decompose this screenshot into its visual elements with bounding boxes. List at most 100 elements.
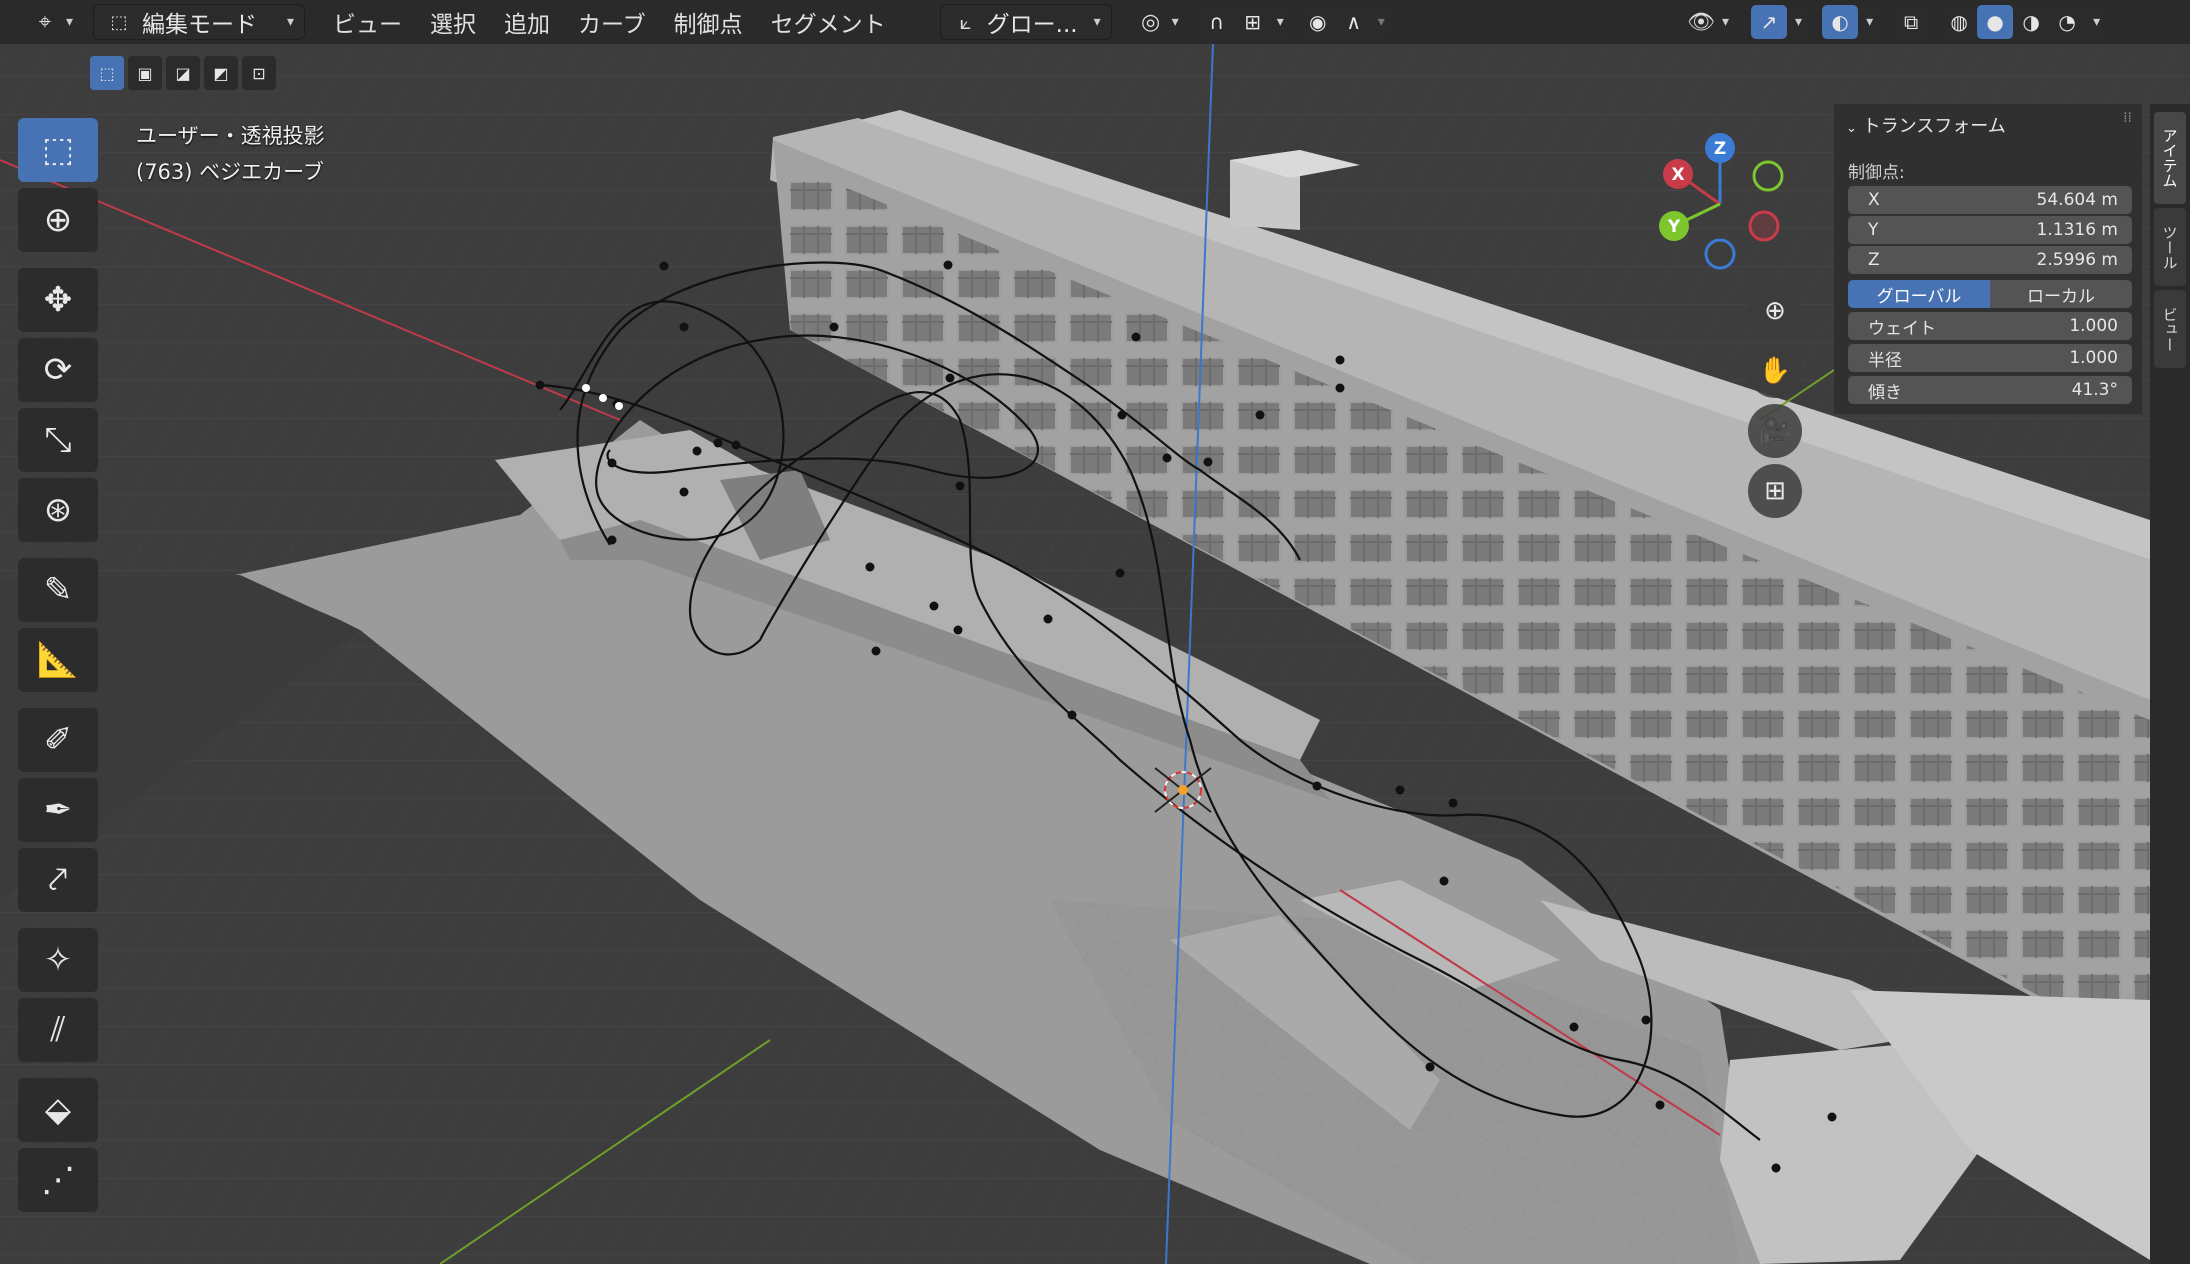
camera-view-button[interactable]: 🎥 — [1748, 404, 1802, 458]
tilt-icon: ⫽ — [50, 1010, 66, 1050]
navigation-gizmo[interactable]: Z X Y — [1640, 124, 1800, 284]
transform-orientation-dropdown[interactable]: ⟀ グロー... ▾ — [939, 4, 1112, 40]
gizmo-y-label: Y — [1667, 217, 1681, 237]
proportional-edit-group: ◉ ∧ ▾ — [1299, 5, 1391, 39]
menu-view[interactable]: ビュー — [319, 5, 416, 39]
transform-panel-title: トランスフォーム — [1862, 116, 2006, 137]
menu-curve[interactable]: カーブ — [564, 5, 660, 39]
menu-control-points[interactable]: 制御点 — [660, 5, 757, 39]
transform-tool[interactable]: ⊛ — [18, 478, 98, 542]
wireframe-shading-icon[interactable]: ◍ — [1941, 5, 1977, 39]
chevron-down-icon[interactable]: ▾ — [1787, 14, 1810, 30]
weight-field[interactable]: ウェイト 1.000 — [1848, 312, 2132, 340]
select-subtract-icon[interactable]: ◪ — [166, 56, 200, 90]
camera-icon: 🎥 — [1758, 416, 1792, 446]
local-toggle[interactable]: ローカル — [1990, 280, 2132, 308]
transform-panel-header[interactable]: ⌄ トランスフォーム — [1846, 112, 2006, 138]
y-field[interactable]: Y 1.1316 m — [1848, 216, 2132, 244]
menu-add[interactable]: 追加 — [490, 5, 564, 39]
snap-magnet-icon[interactable]: ∩ — [1199, 5, 1235, 39]
tilt-field-label: 傾き — [1868, 382, 1902, 403]
cursor-tool[interactable]: ⊕ — [18, 188, 98, 252]
randomize-tool[interactable]: ⋰ — [18, 1148, 98, 1212]
z-field-label: Z — [1868, 250, 1880, 270]
control-point-label: 制御点: — [1848, 163, 1905, 183]
chevron-down-icon[interactable]: ▾ — [1372, 14, 1391, 30]
pivot-point-icon: ◎ — [1141, 9, 1161, 35]
pen-nib-icon: ✒ — [43, 790, 73, 830]
active-object-label: (763) ベジエカーブ — [136, 160, 324, 184]
xray-icon[interactable]: ⧉ — [1893, 5, 1929, 39]
select-new-icon[interactable]: ⬚ — [90, 56, 124, 90]
editor-type-button[interactable]: ⌖ ▾ — [20, 5, 83, 39]
move-tool[interactable]: ✥ — [18, 268, 98, 332]
tilt-tool[interactable]: ⫽ — [18, 998, 98, 1062]
annotate-tool[interactable]: ✎ — [18, 558, 98, 622]
zoom-button[interactable]: ⊕ — [1748, 284, 1802, 338]
snap-target-icon[interactable]: ⊞ — [1235, 5, 1271, 39]
grid-perspective-icon: ⊞ — [1764, 476, 1786, 506]
x-field[interactable]: X 54.604 m — [1848, 186, 2132, 214]
menu-select[interactable]: 選択 — [416, 5, 490, 39]
pivot-point-dropdown[interactable]: ◎ ▾ — [1126, 5, 1189, 39]
weight-field-value: 1.000 — [2069, 316, 2118, 336]
select-box-tool[interactable]: ⬚ — [18, 118, 98, 182]
proportional-edit-icon[interactable]: ◉ — [1300, 5, 1336, 39]
chevron-down-icon: ▾ — [1093, 14, 1101, 30]
tilt-field[interactable]: 傾き 41.3° — [1848, 376, 2132, 404]
measure-tool[interactable]: 📐 — [18, 628, 98, 692]
perspective-toggle-button[interactable]: ⊞ — [1748, 464, 1802, 518]
xray-toggle: ⧉ — [1893, 5, 1930, 39]
chevron-down-icon[interactable]: ▾ — [1858, 14, 1881, 30]
zoom-magnifier-icon: ⊕ — [1764, 296, 1786, 326]
visibility-dropdown[interactable]: 👁 ▾ — [1676, 5, 1739, 39]
z-field-value: 2.5996 m — [2036, 250, 2118, 270]
annotate-pencil-icon: ✎ — [43, 570, 73, 610]
drag-handle-icon[interactable]: ⁞⁞ — [2123, 110, 2132, 126]
radius-field[interactable]: 半径 1.000 — [1848, 344, 2132, 372]
ruler-icon: 📐 — [36, 640, 80, 680]
rotate-tool[interactable]: ⟳ — [18, 338, 98, 402]
chevron-down-icon: ▾ — [66, 14, 74, 30]
select-extend-icon[interactable]: ▣ — [128, 56, 162, 90]
chevron-down-icon: ▾ — [1171, 14, 1179, 30]
select-invert-icon[interactable]: ◩ — [204, 56, 238, 90]
overlays-icon[interactable]: ◐ — [1822, 5, 1859, 39]
pan-button[interactable]: ✋ — [1748, 344, 1802, 398]
select-intersect-icon[interactable]: ⊡ — [242, 56, 276, 90]
scale-icon: ⤡ — [44, 420, 72, 460]
mode-selector[interactable]: ⬚ 編集モード ▾ — [93, 4, 306, 40]
tilt-field-value: 41.3° — [2071, 380, 2118, 400]
gizmo-toggle-icon[interactable]: ↗ — [1751, 5, 1788, 39]
shear-icon: ⬙ — [44, 1090, 72, 1130]
hand-icon: ✋ — [1758, 356, 1792, 386]
transform-panel: ⌄ トランスフォーム ⁞⁞ 制御点: X 54.604 m Y 1.1316 m… — [1834, 104, 2142, 414]
tab-item[interactable]: アイテム — [2154, 112, 2186, 204]
draw-tool[interactable]: ✐ — [18, 708, 98, 772]
menu-segments[interactable]: セグメント — [757, 5, 900, 39]
material-shading-icon[interactable]: ◑ — [2013, 5, 2049, 39]
tab-tool[interactable]: ツール — [2154, 208, 2186, 286]
z-field[interactable]: Z 2.5996 m — [1848, 246, 2132, 274]
extrude-tool[interactable]: ⤤ — [18, 848, 98, 912]
orientation-label: グロー... — [986, 12, 1078, 38]
curve-draw-icon: ✐ — [43, 720, 73, 760]
shear-tool[interactable]: ⬙ — [18, 1078, 98, 1142]
radius-field-label: 半径 — [1868, 350, 1902, 371]
edit-mode-icon: ⬚ — [110, 11, 128, 33]
viewport-header: ⌖ ▾ ⬚ 編集モード ▾ ビュー 選択 追加 カーブ 制御点 セグメント ⟀ … — [0, 0, 2190, 44]
orientation-axes-icon: ⟀ — [959, 10, 972, 34]
global-toggle[interactable]: グローバル — [1848, 280, 1990, 308]
view-perspective-label: ユーザー・透視投影 — [136, 124, 325, 148]
curve-pen-tool[interactable]: ✒ — [18, 778, 98, 842]
radius-tool[interactable]: ✧ — [18, 928, 98, 992]
falloff-curve-icon[interactable]: ∧ — [1336, 5, 1372, 39]
rotate-icon: ⟳ — [43, 350, 73, 390]
solid-shading-icon[interactable]: ● — [1977, 5, 2014, 39]
rendered-shading-icon[interactable]: ◔ — [2049, 5, 2085, 39]
shading-mode-group: ◍ ● ◑ ◔ ▾ — [1941, 5, 2109, 39]
tab-view[interactable]: ビュー — [2154, 290, 2186, 368]
chevron-down-icon[interactable]: ▾ — [2085, 14, 2108, 30]
scale-tool[interactable]: ⤡ — [18, 408, 98, 472]
chevron-down-icon[interactable]: ▾ — [1271, 14, 1290, 30]
